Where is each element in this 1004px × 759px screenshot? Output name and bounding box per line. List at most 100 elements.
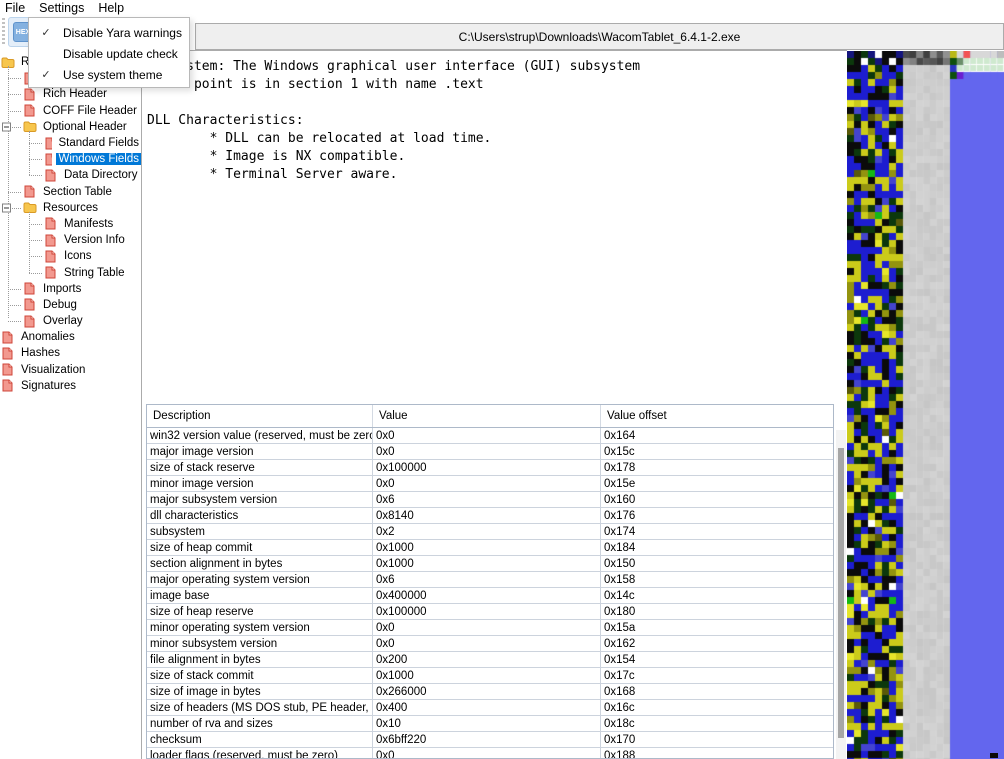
cell-value-offset: 0x17c [601,668,832,683]
cell-value-offset: 0x170 [601,732,832,747]
table-row[interactable]: checksum0x6bff2200x170 [147,732,833,748]
document-icon [23,315,37,328]
tree-item-label: Debug [41,299,79,311]
cell-value: 0x10 [373,716,601,731]
tree-item-label: Signatures [19,380,78,392]
tree-item-label: Imports [41,283,83,295]
tree-item-rich-header[interactable]: Rich Header [0,86,141,102]
document-icon [23,88,37,101]
cell-description: minor subsystem version [147,636,373,651]
tree-item-manifests[interactable]: Manifests [0,216,141,232]
menu-item-label: Use system theme [63,68,162,82]
tree-item-section-table[interactable]: Section Table [0,184,141,200]
checkmark-icon: ✓ [29,68,63,81]
cell-value: 0x0 [373,476,601,491]
cell-value: 0x1000 [373,556,601,571]
table-row[interactable]: subsystem0x20x174 [147,524,833,540]
cell-value: 0x400000 [373,588,601,603]
menu-help[interactable]: Help [91,1,131,15]
cell-description: image base [147,588,373,603]
table-row[interactable]: major operating system version0x60x158 [147,572,833,588]
cell-value: 0x400 [373,700,601,715]
document-icon [23,185,37,198]
menu-bar: File Settings Help [0,0,1004,16]
tree-item-signatures[interactable]: Signatures [0,378,141,394]
tree-item-overlay[interactable]: Overlay [0,313,141,329]
table-row[interactable]: file alignment in bytes0x2000x154 [147,652,833,668]
column-header-description[interactable]: Description [147,405,373,427]
table-row[interactable]: section alignment in bytes0x10000x150 [147,556,833,572]
folder-icon [23,120,37,133]
document-icon [44,250,58,263]
table-row[interactable]: minor operating system version0x00x15a [147,620,833,636]
cell-description: size of stack reserve [147,460,373,475]
table-row[interactable]: size of headers (MS DOS stub, PE header,… [147,700,833,716]
table-scrollbar[interactable] [836,430,846,759]
cell-value-offset: 0x168 [601,684,832,699]
cell-value-offset: 0x174 [601,524,832,539]
tree-item-label: Icons [62,250,94,262]
cell-value: 0x100000 [373,604,601,619]
cell-value-offset: 0x15a [601,620,832,635]
tree-item-version-info[interactable]: Version Info [0,232,141,248]
tree-item-standard-fields[interactable]: Standard Fields [0,135,141,151]
table-row[interactable]: minor subsystem version0x00x162 [147,636,833,652]
table-row[interactable]: size of heap reserve0x1000000x180 [147,604,833,620]
toolbar-drag-handle[interactable] [2,18,5,46]
cell-value-offset: 0x184 [601,540,832,555]
column-header-value-offset[interactable]: Value offset [601,405,832,427]
pe-analyzer-window: File Settings Help HEX C:\Users\strup\Do… [0,0,1004,759]
cell-value-offset: 0x15c [601,444,832,459]
table-row[interactable]: size of stack commit0x10000x17c [147,668,833,684]
cell-value-offset: 0x180 [601,604,832,619]
tree-item-visualization[interactable]: Visualization [0,362,141,378]
table-row[interactable]: image base0x4000000x14c [147,588,833,604]
document-icon [23,282,37,295]
file-path: C:\Users\strup\Downloads\WacomTablet_6.4… [459,30,741,44]
table-row[interactable]: minor image version0x00x15e [147,476,833,492]
table-row[interactable]: dll characteristics0x81400x176 [147,508,833,524]
document-icon [1,347,15,360]
menu-item-use-system-theme[interactable]: ✓Use system theme [29,64,189,85]
tree-item-imports[interactable]: Imports [0,281,141,297]
table-row[interactable]: win32 version value (reserved, must be z… [147,428,833,444]
cell-value: 0x0 [373,444,601,459]
tree-item-debug[interactable]: Debug [0,297,141,313]
tree-item-label: Version Info [62,234,127,246]
cell-description: number of rva and sizes [147,716,373,731]
table-row[interactable]: major image version0x00x15c [147,444,833,460]
document-icon [23,298,37,311]
tree-item-data-directory[interactable]: Data Directory [0,167,141,183]
menu-file[interactable]: File [0,1,32,15]
cell-description: loader flags (reserved, must be zero) [147,748,373,759]
cell-value: 0x6 [373,492,601,507]
collapse-expander-icon[interactable] [2,122,11,131]
table-row[interactable]: number of rva and sizes0x100x18c [147,716,833,732]
tree-item-windows-fields[interactable]: Windows Fields [0,151,141,167]
tree-item-string-table[interactable]: String Table [0,264,141,280]
menu-item-disable-yara-warnings[interactable]: ✓Disable Yara warnings [29,22,189,43]
cell-value: 0x1000 [373,668,601,683]
table-row[interactable]: major subsystem version0x60x160 [147,492,833,508]
byte-visualization[interactable] [847,51,1004,759]
collapse-expander-icon[interactable] [2,203,11,212]
column-header-value[interactable]: Value [373,405,601,427]
tree-item-optional-header[interactable]: Optional Header [0,119,141,135]
cell-value: 0x1000 [373,540,601,555]
menu-item-disable-update-check[interactable]: Disable update check [29,43,189,64]
tree-item-anomalies[interactable]: Anomalies [0,329,141,345]
menu-settings[interactable]: Settings [32,1,91,15]
table-row[interactable]: size of image in bytes0x2660000x168 [147,684,833,700]
file-tab[interactable]: C:\Users\strup\Downloads\WacomTablet_6.4… [195,23,1004,50]
tree-item-resources[interactable]: Resources [0,200,141,216]
table-scrollbar-thumb[interactable] [838,448,844,738]
tree-item-label: Windows Fields [56,153,141,165]
table-row[interactable]: size of stack reserve0x1000000x178 [147,460,833,476]
table-row[interactable]: size of heap commit0x10000x184 [147,540,833,556]
tree-item-icons[interactable]: Icons [0,248,141,264]
tree-item-coff-file-header[interactable]: COFF File Header [0,103,141,119]
tree-item-hashes[interactable]: Hashes [0,345,141,361]
table-row[interactable]: loader flags (reserved, must be zero)0x0… [147,748,833,759]
tree-guide-line [8,66,9,318]
cell-description: subsystem [147,524,373,539]
